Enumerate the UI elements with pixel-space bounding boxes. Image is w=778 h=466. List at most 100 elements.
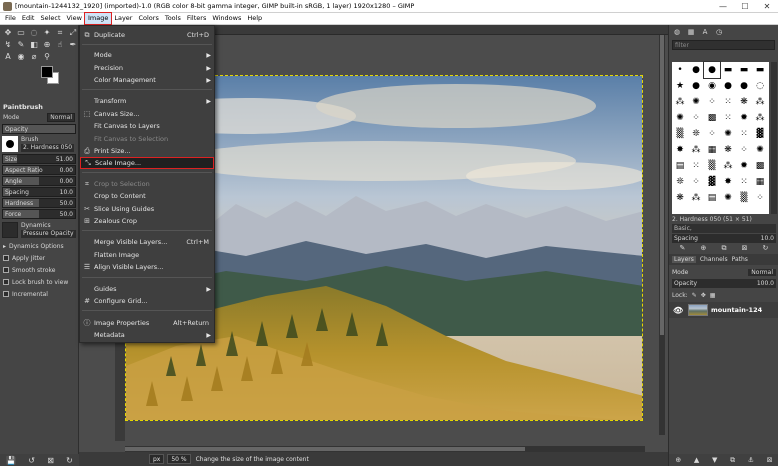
apply-jitter-checkbox[interactable]: Apply Jitter xyxy=(0,252,78,264)
menu-image[interactable]: Image xyxy=(83,12,113,25)
brush-cell[interactable]: ▤ xyxy=(672,158,688,174)
menu-item-fit-canvas-layers[interactable]: Fit Canvas to Layers xyxy=(80,120,214,132)
brush-cell[interactable]: ✺ xyxy=(720,190,736,206)
lock-position-icon[interactable]: ✥ xyxy=(701,292,706,299)
brush-cell[interactable]: ▒ xyxy=(672,126,688,142)
brush-filter-input[interactable]: filter xyxy=(672,40,775,50)
brush-cell[interactable]: ❋ xyxy=(720,142,736,158)
brush-cell[interactable]: ✹ xyxy=(736,110,752,126)
mode-select[interactable]: Normal xyxy=(47,113,75,122)
menu-help[interactable]: Help xyxy=(244,13,265,24)
menu-item-merge-visible[interactable]: Merge Visible Layers... Ctrl+M xyxy=(80,236,214,248)
crop-tool-icon[interactable]: ⌗ xyxy=(54,27,66,38)
menu-item-transform[interactable]: Transform ▶ xyxy=(80,95,214,107)
refresh-brushes-icon[interactable]: ↻ xyxy=(763,244,769,254)
menu-item-crop-content[interactable]: Crop to Content xyxy=(80,190,214,202)
brush-cell[interactable]: ⁘ xyxy=(736,142,752,158)
brush-grid-scrollbar[interactable] xyxy=(771,62,777,214)
brush-cell[interactable]: ✺ xyxy=(720,126,736,142)
zoom-tool-icon[interactable]: ⚲ xyxy=(41,51,53,62)
brush-cell[interactable]: ⁙ xyxy=(688,158,704,174)
delete-icon[interactable]: ⊠ xyxy=(47,456,54,465)
menu-item-image-properties[interactable]: ⓘ Image Properties Alt+Return xyxy=(80,317,214,329)
brush-cell[interactable]: ✺ xyxy=(672,110,688,126)
paintbrush-tool-icon[interactable]: ✎ xyxy=(15,39,27,50)
smooth-stroke-checkbox[interactable]: Smooth stroke xyxy=(0,264,78,276)
save-options-icon[interactable]: 💾 xyxy=(6,456,16,465)
dynamics-options-expander[interactable]: ▸ Dynamics Options xyxy=(0,240,78,252)
menu-item-canvas-size[interactable]: ⬚ Canvas Size... xyxy=(80,108,214,120)
duplicate-layer-icon[interactable]: ⧉ xyxy=(730,456,735,465)
brush-cell[interactable]: ▒ xyxy=(704,158,720,174)
brush-cell[interactable]: ▒ xyxy=(736,190,752,206)
unit-select[interactable]: px xyxy=(149,454,165,464)
minimize-button[interactable]: — xyxy=(712,0,734,13)
lasso-tool-icon[interactable]: ◌ xyxy=(28,27,40,38)
patterns-tab-icon[interactable]: ▦ xyxy=(685,27,697,37)
menu-item-flatten[interactable]: Flatten Image xyxy=(80,249,214,261)
bucket-fill-tool-icon[interactable]: ◉ xyxy=(15,51,27,62)
layer-row[interactable]: 👁 mountain-124 xyxy=(669,302,778,318)
color-picker-tool-icon[interactable]: ⌀ xyxy=(28,51,40,62)
force-slider[interactable]: Force 50.0 xyxy=(2,209,76,219)
menu-item-align-visible[interactable]: ☰ Align Visible Layers... xyxy=(80,261,214,273)
menu-view[interactable]: View xyxy=(64,13,85,24)
brush-cell[interactable]: ▦ xyxy=(752,174,768,190)
new-brush-icon[interactable]: ⊕ xyxy=(701,244,707,254)
dock-spacing-slider[interactable]: Spacing 10.0 xyxy=(672,234,776,243)
angle-slider[interactable]: Angle 0.00 xyxy=(2,176,76,186)
aspect-slider[interactable]: Aspect Ratio 0.00 xyxy=(2,165,76,175)
menu-item-zealous-crop[interactable]: ⊞ Zealous Crop xyxy=(80,215,214,227)
brush-cell[interactable]: ⁙ xyxy=(720,94,736,110)
size-slider[interactable]: Size 51.00 xyxy=(2,154,76,164)
close-button[interactable]: ✕ xyxy=(756,0,778,13)
brush-cell[interactable]: ⁂ xyxy=(672,94,688,110)
duplicate-brush-icon[interactable]: ⧉ xyxy=(721,244,726,254)
lock-pixels-icon[interactable]: ✎ xyxy=(692,292,697,299)
tab-layers[interactable]: Layers xyxy=(672,256,696,263)
raise-layer-icon[interactable]: ▲ xyxy=(694,456,699,464)
brush-cell[interactable]: ⁂ xyxy=(688,142,704,158)
brush-cell[interactable]: ✺ xyxy=(752,142,768,158)
delete-layer-icon[interactable]: ⊠ xyxy=(767,456,773,464)
brush-cell[interactable]: ▓ xyxy=(752,126,768,142)
menu-item-print-size[interactable]: ⎙ Print Size... xyxy=(80,145,214,157)
brush-cell[interactable]: ◉ xyxy=(704,78,720,94)
brush-cell[interactable]: ★ xyxy=(672,78,688,94)
menu-item-slice-guides[interactable]: ✂ Slice Using Guides xyxy=(80,203,214,215)
lock-brush-checkbox[interactable]: Lock brush to view xyxy=(0,276,78,288)
zoom-select[interactable]: 50 % xyxy=(167,454,191,464)
tab-channels[interactable]: Channels xyxy=(700,256,728,263)
fuzzy-select-tool-icon[interactable]: ✦ xyxy=(41,27,53,38)
spacing-slider[interactable]: Spacing 10.0 xyxy=(2,187,76,197)
text-tool-icon[interactable]: A xyxy=(2,51,14,62)
eraser-tool-icon[interactable]: ◧ xyxy=(28,39,40,50)
brush-cell[interactable]: ▦ xyxy=(704,142,720,158)
document-history-tab-icon[interactable]: ◷ xyxy=(713,27,725,37)
brush-preview[interactable] xyxy=(2,136,18,152)
brush-cell[interactable]: ▬ xyxy=(736,62,752,78)
brush-cell[interactable]: ⁙ xyxy=(720,110,736,126)
brush-cell[interactable]: ⁂ xyxy=(688,190,704,206)
menu-windows[interactable]: Windows xyxy=(209,13,244,24)
fonts-tab-icon[interactable]: A xyxy=(699,27,711,37)
tab-paths[interactable]: Paths xyxy=(732,256,748,263)
brush-cell[interactable]: ● xyxy=(688,78,704,94)
brush-cell[interactable]: ✸ xyxy=(720,174,736,190)
edit-brush-icon[interactable]: ✎ xyxy=(680,244,686,254)
brush-cell[interactable]: ✸ xyxy=(672,142,688,158)
menu-item-crop-selection[interactable]: ⌗ Crop to Selection xyxy=(80,178,214,190)
brush-cell[interactable]: ⁂ xyxy=(752,94,768,110)
lower-layer-icon[interactable]: ▼ xyxy=(712,456,717,464)
menu-select[interactable]: Select xyxy=(37,13,63,24)
brush-cell[interactable]: ⁘ xyxy=(688,174,704,190)
menu-colors[interactable]: Colors xyxy=(135,13,161,24)
brush-cell[interactable]: ▬ xyxy=(752,62,768,78)
maximize-button[interactable]: ☐ xyxy=(734,0,756,13)
menu-edit[interactable]: Edit xyxy=(19,13,38,24)
brush-cell[interactable]: ◌ xyxy=(752,78,768,94)
path-tool-icon[interactable]: ✒ xyxy=(67,39,79,50)
brush-cell[interactable]: ⁘ xyxy=(688,110,704,126)
brush-cell[interactable]: ▬ xyxy=(720,62,736,78)
anchor-layer-icon[interactable]: ⚓ xyxy=(748,456,754,464)
